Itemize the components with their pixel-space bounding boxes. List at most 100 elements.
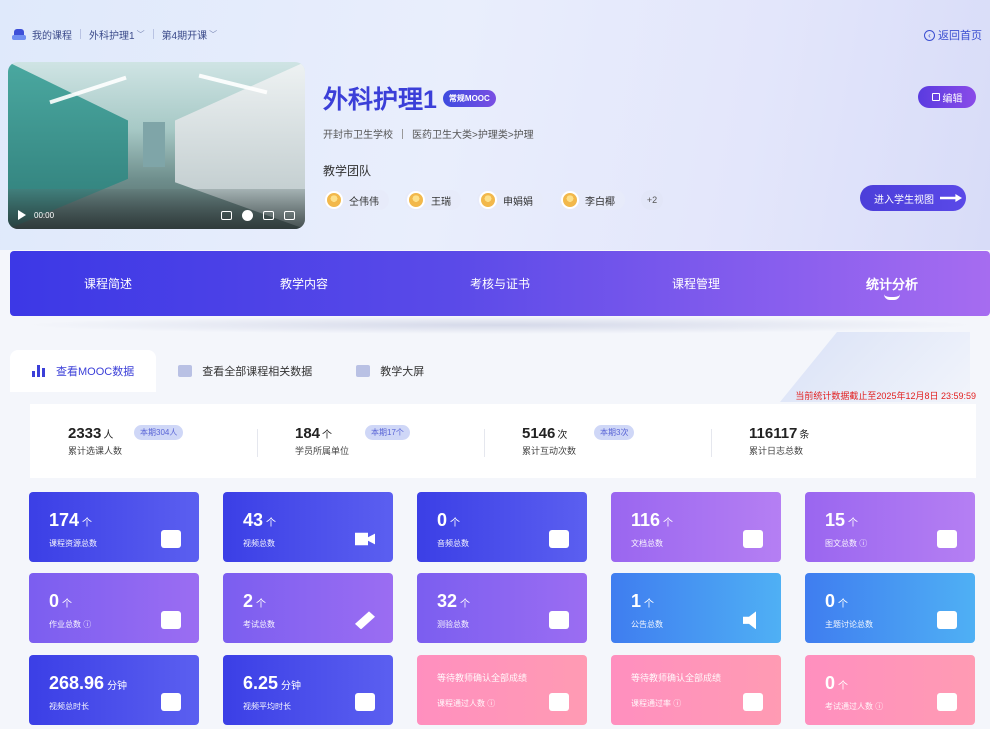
stat-unit: 次 bbox=[557, 430, 568, 441]
tab-all-course-data[interactable]: 查看全部课程相关数据 bbox=[156, 350, 334, 392]
nav-tab-overview[interactable]: 课程简述 bbox=[10, 275, 206, 292]
stat-cutoff-time: 当前统计数据截止至2025年12月8日 23:59:59 bbox=[795, 391, 976, 401]
card-unit: 分钟 bbox=[107, 680, 128, 692]
team-member-name: 仝伟伟 bbox=[349, 196, 379, 208]
word-doc-icon bbox=[743, 530, 763, 548]
course-type-badge: 常规MOOC bbox=[442, 89, 496, 107]
student-view-label: 进入学生视图 bbox=[874, 194, 934, 206]
card-discussions[interactable]: 0个 主题讨论总数 bbox=[805, 573, 975, 644]
card-unit: 分钟 bbox=[281, 680, 302, 692]
card-course-pass-rate[interactable]: 等待教师确认全部成绩 课程通过率 ⓘ bbox=[611, 654, 781, 725]
team-member-name: 王瑞 bbox=[431, 196, 451, 208]
card-exam-pass-count[interactable]: 0个 考试通过人数 ⓘ bbox=[805, 654, 975, 725]
student-view-button[interactable]: 进入学生视图 bbox=[860, 185, 966, 211]
avatar bbox=[407, 191, 425, 209]
summary-stats: 2333 人 累计选课人数 本期304人 184 个 学员所属单位 本期17个 51… bbox=[30, 404, 976, 478]
card-resources[interactable]: 174 个 课程资源总数 bbox=[29, 492, 199, 562]
breadcrumb-term-select[interactable]: 第4期开课 ﹀ bbox=[162, 27, 218, 42]
more-members-button[interactable]: +2 bbox=[641, 190, 663, 210]
card-audios[interactable]: 0个 音频总数 bbox=[417, 492, 587, 562]
stat-value: 184 bbox=[295, 425, 321, 442]
team-member[interactable]: 申娟娟 bbox=[477, 190, 543, 210]
back-arrow-icon: ‹ bbox=[924, 29, 935, 41]
data-report-icon bbox=[178, 365, 193, 377]
nav-tab-statistics[interactable]: 统计分析 bbox=[794, 274, 990, 300]
course-video-player[interactable]: 00:00 bbox=[8, 62, 305, 229]
card-exams[interactable]: 2个 考试总数 bbox=[223, 573, 393, 644]
card-unit: 个 bbox=[838, 599, 849, 611]
card-unit: 个 bbox=[644, 599, 655, 611]
card-unit: 个 bbox=[848, 518, 859, 529]
card-value: 0 bbox=[49, 591, 60, 612]
nav-tab-management[interactable]: 课程管理 bbox=[598, 275, 794, 292]
team-label: 教学团队 bbox=[323, 164, 372, 178]
avatar bbox=[561, 191, 579, 209]
edit-icon bbox=[931, 93, 940, 101]
captions-icon[interactable] bbox=[263, 210, 274, 220]
home-icon bbox=[12, 28, 26, 40]
team-members: 仝伟伟 王瑞 申娟娟 李白椰 +2 bbox=[323, 190, 663, 210]
stat-units: 184 个 学员所属单位 本期17个 bbox=[257, 425, 522, 457]
card-value: 116 bbox=[631, 510, 661, 530]
main-nav: 课程简述 教学内容 考核与证书 课程管理 统计分析 bbox=[10, 251, 990, 316]
card-quizzes[interactable]: 32 个 测验总数 bbox=[417, 573, 587, 644]
card-unit: 个 bbox=[82, 518, 93, 529]
breadcrumb-course-select[interactable]: 外科护理1 ﹀ bbox=[89, 27, 145, 42]
card-videos[interactable]: 43 个 视频总数 bbox=[223, 492, 393, 562]
card-pending-text: 等待教师确认全部成绩 bbox=[631, 672, 722, 683]
stat-label: 学员所属单位 bbox=[295, 446, 350, 456]
course-title: 外科护理1 常规MOOC bbox=[323, 80, 496, 116]
card-value: 0 bbox=[437, 510, 448, 530]
card-value: 15 bbox=[825, 510, 846, 530]
team-member[interactable]: 李白椰 bbox=[559, 190, 625, 210]
nav-tab-label: 课程管理 bbox=[671, 277, 720, 291]
pie-icon bbox=[161, 530, 181, 548]
exam-pass-icon bbox=[937, 692, 957, 711]
card-video-total-duration[interactable]: 268.96 分钟 视频总时长 bbox=[29, 654, 199, 725]
breadcrumb-my-courses[interactable]: 我的课程 bbox=[12, 27, 72, 42]
nav-tab-assessment[interactable]: 考核与证书 bbox=[402, 275, 598, 292]
subinfo-divider bbox=[402, 128, 403, 139]
card-image-text[interactable]: 15 个 图文总数 ⓘ bbox=[805, 492, 975, 562]
stat-badge: 本期304人 bbox=[134, 425, 184, 440]
data-tabs: 查看MOOC数据 查看全部课程相关数据 教学大屏 bbox=[10, 350, 980, 392]
nav-tab-content[interactable]: 教学内容 bbox=[206, 275, 402, 292]
card-unit: 个 bbox=[663, 518, 674, 529]
gear-icon[interactable] bbox=[242, 209, 253, 221]
card-unit: 个 bbox=[256, 599, 267, 611]
stat-enrolled: 2333 人 累计选课人数 本期304人 bbox=[68, 425, 295, 457]
breadcrumb-course-label: 外科护理1 bbox=[89, 30, 135, 42]
tab-teaching-screen[interactable]: 教学大屏 bbox=[334, 350, 446, 392]
card-value: 2 bbox=[243, 591, 254, 612]
card-course-pass-count[interactable]: 等待教师确认全部成绩 课程通过人数 ⓘ bbox=[417, 654, 587, 725]
back-home-label: 返回首页 bbox=[938, 30, 982, 42]
course-school: 开封市卫生学校 bbox=[323, 130, 393, 141]
stat-badge: 本期3次 bbox=[594, 425, 635, 440]
homework-edit-icon bbox=[161, 611, 181, 630]
team-member[interactable]: 仝伟伟 bbox=[323, 190, 389, 210]
fullscreen-icon[interactable] bbox=[284, 210, 295, 220]
edit-button[interactable]: 编辑 bbox=[918, 86, 976, 108]
breadcrumb-term-label: 第4期开课 bbox=[161, 30, 208, 42]
card-pending-text: 等待教师确认全部成绩 bbox=[437, 672, 528, 683]
breadcrumb-separator bbox=[152, 29, 154, 39]
tab-label: 查看MOOC数据 bbox=[56, 366, 135, 378]
avatar bbox=[325, 191, 343, 209]
card-documents[interactable]: 116 个 文档总数 bbox=[611, 492, 781, 562]
arrow-right-icon bbox=[940, 194, 962, 202]
back-home-link[interactable]: ‹ 返回首页 bbox=[924, 27, 982, 43]
card-unit: 个 bbox=[62, 599, 73, 611]
card-value: 174 bbox=[49, 510, 80, 530]
play-icon[interactable] bbox=[18, 210, 26, 220]
team-member-name: 申娟娟 bbox=[503, 196, 533, 208]
card-announcements[interactable]: 1个 公告总数 bbox=[611, 573, 781, 644]
tab-mooc-data[interactable]: 查看MOOC数据 bbox=[10, 350, 157, 392]
card-homework[interactable]: 0个 作业总数 ⓘ bbox=[29, 573, 199, 644]
card-video-avg-duration[interactable]: 6.25 分钟 视频平均时长 bbox=[223, 654, 393, 725]
team-member[interactable]: 王瑞 bbox=[405, 190, 461, 210]
card-value: 0 bbox=[825, 591, 836, 612]
quiz-clock-icon bbox=[549, 611, 569, 630]
stat-label: 累计选课人数 bbox=[68, 446, 123, 456]
volume-icon[interactable] bbox=[221, 210, 232, 220]
breadcrumb-my-courses-label: 我的课程 bbox=[32, 30, 72, 42]
